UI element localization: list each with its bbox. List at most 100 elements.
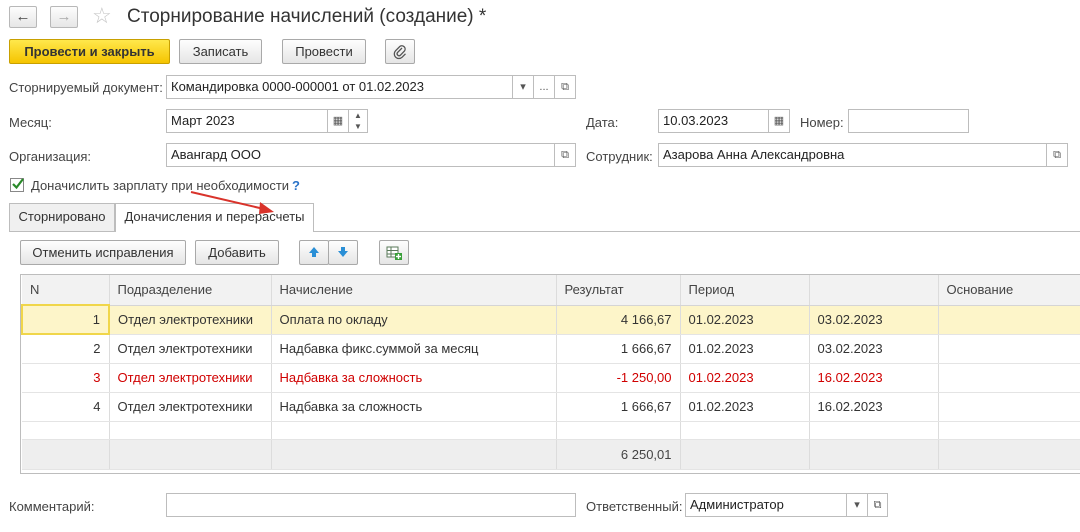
column-header-department[interactable]: Подразделение (109, 275, 272, 306)
cell-result[interactable]: 1 666,67 (556, 392, 681, 422)
cell-department[interactable]: Отдел электротехники (109, 392, 272, 422)
cell-department[interactable]: Отдел электротехники (109, 363, 272, 393)
open-window-icon: ⧉ (873, 499, 882, 511)
cell-n[interactable]: 4 (22, 392, 110, 422)
responsible-dropdown[interactable]: ▾ (846, 493, 868, 517)
page-title: Сторнирование начислений (создание) * (127, 6, 487, 27)
column-header-accrual[interactable]: Начисление (271, 275, 557, 306)
arrow-left-icon: ← (15, 8, 31, 25)
column-header-result[interactable]: Результат (556, 275, 681, 306)
move-up-button[interactable] (299, 240, 329, 265)
reversed-doc-select-button[interactable]: ... (533, 75, 555, 99)
reversed-doc-dropdown[interactable]: ▾ (512, 75, 534, 99)
number-field[interactable] (848, 109, 969, 133)
column-header-period-end[interactable] (809, 275, 939, 306)
annotation-arrow-icon (190, 191, 274, 214)
arrow-up-icon (309, 247, 319, 257)
cell-n[interactable]: 2 (22, 334, 110, 364)
reversed-doc-open-button[interactable]: ⧉ (554, 75, 576, 99)
table-row[interactable]: 4 Отдел электротехники Надбавка за сложн… (22, 392, 1080, 422)
save-button[interactable]: Записать (179, 39, 262, 64)
comment-field[interactable] (166, 493, 576, 517)
arrow-right-icon: → (56, 8, 72, 25)
cell-basis[interactable] (938, 392, 1080, 422)
date-calendar-button[interactable]: ▦ (768, 109, 790, 133)
move-down-button[interactable] (328, 240, 358, 265)
cell-period-from[interactable]: 01.02.2023 (680, 305, 810, 335)
organization-label: Организация: (9, 149, 92, 164)
reversed-doc-field[interactable]: Командировка 0000-000001 от 01.02.2023 (166, 75, 513, 99)
cell-basis[interactable] (938, 363, 1080, 393)
table-empty-row (22, 421, 1080, 440)
month-stepper[interactable]: ▲ ▼ (348, 109, 368, 133)
reversed-doc-label: Сторнируемый документ: (9, 80, 163, 95)
cell-accrual[interactable]: Оплата по окладу (271, 305, 557, 335)
back-button[interactable]: ← (9, 6, 37, 28)
comment-label: Комментарий: (9, 499, 95, 514)
cell-period-to[interactable]: 16.02.2023 (809, 363, 939, 393)
cell-department[interactable]: Отдел электротехники (109, 305, 272, 335)
cell-accrual[interactable]: Надбавка за сложность (271, 363, 557, 393)
organization-field[interactable]: Авангард ООО (166, 143, 555, 167)
cell-period-from[interactable]: 01.02.2023 (680, 334, 810, 364)
column-header-n[interactable]: N (22, 275, 110, 306)
cell-period-to[interactable]: 16.02.2023 (809, 392, 939, 422)
cell-result[interactable]: 1 666,67 (556, 334, 681, 364)
table-footer-row: 6 250,01 (22, 438, 1080, 470)
table-row[interactable]: 3 Отдел электротехники Надбавка за сложн… (22, 363, 1080, 393)
tab-reversed[interactable]: Сторнировано (9, 203, 115, 231)
open-window-icon: ⧉ (1053, 149, 1061, 161)
cell-accrual[interactable]: Надбавка фикс.суммой за месяц (271, 334, 557, 364)
cell-n[interactable]: 1 (21, 304, 110, 335)
table-add-icon (386, 246, 402, 260)
open-window-icon: ⧉ (561, 81, 569, 93)
cell-department[interactable]: Отдел электротехники (109, 334, 272, 364)
help-icon[interactable]: ? (292, 178, 300, 193)
employee-label: Сотрудник: (586, 149, 653, 164)
forward-button[interactable]: → (50, 6, 78, 28)
cell-period-from[interactable]: 01.02.2023 (680, 363, 810, 393)
employee-open-button[interactable]: ⧉ (1046, 143, 1068, 167)
cell-period-from[interactable]: 01.02.2023 (680, 392, 810, 422)
accrue-salary-checkbox[interactable] (10, 178, 24, 192)
organization-open-button[interactable]: ⧉ (554, 143, 576, 167)
chevron-down-icon: ▾ (520, 81, 526, 93)
employee-field[interactable]: Азарова Анна Александровна (658, 143, 1047, 167)
calendar-icon: ▦ (773, 115, 785, 127)
column-header-period[interactable]: Период (680, 275, 810, 306)
open-window-icon: ⧉ (561, 149, 569, 161)
attach-button[interactable] (385, 39, 415, 64)
stepper-arrows-icon: ▲ ▼ (354, 111, 362, 131)
date-field[interactable]: 10.03.2023 (658, 109, 769, 133)
cell-result[interactable]: 4 166,67 (556, 305, 681, 335)
post-and-close-button[interactable]: Провести и закрыть (9, 39, 170, 64)
chevron-down-icon: ▾ (854, 499, 860, 511)
arrow-down-icon (338, 247, 348, 257)
responsible-field[interactable]: Администратор (685, 493, 847, 517)
table-row[interactable]: 1 Отдел электротехники Оплата по окладу … (21, 304, 1080, 335)
month-label: Месяц: (9, 115, 52, 130)
cancel-fixes-button[interactable]: Отменить исправления (20, 240, 186, 265)
check-icon (12, 178, 24, 190)
table-settings-button[interactable] (379, 240, 409, 265)
active-tab-gap (116, 230, 313, 232)
calendar-icon: ▦ (332, 115, 344, 127)
month-field[interactable]: Март 2023 (166, 109, 328, 133)
total-result: 6 250,01 (556, 438, 681, 470)
table-row[interactable]: 2 Отдел электротехники Надбавка фикс.сум… (22, 334, 1080, 364)
cell-basis[interactable] (938, 334, 1080, 364)
cell-result[interactable]: -1 250,00 (556, 363, 681, 393)
column-header-basis[interactable]: Основание (938, 275, 1080, 306)
month-calendar-button[interactable]: ▦ (327, 109, 349, 133)
cell-accrual[interactable]: Надбавка за сложность (271, 392, 557, 422)
cell-n[interactable]: 3 (22, 363, 110, 393)
favorite-star-icon[interactable]: ☆ (92, 3, 112, 29)
add-row-button[interactable]: Добавить (195, 240, 279, 265)
responsible-open-button[interactable]: ⧉ (867, 493, 888, 517)
accruals-table[interactable]: N Подразделение Начисление Результат Пер… (20, 274, 1080, 474)
post-button[interactable]: Провести (282, 39, 366, 64)
cell-basis[interactable] (938, 305, 1080, 335)
number-label: Номер: (800, 115, 844, 130)
cell-period-to[interactable]: 03.02.2023 (809, 334, 939, 364)
cell-period-to[interactable]: 03.02.2023 (809, 305, 939, 335)
